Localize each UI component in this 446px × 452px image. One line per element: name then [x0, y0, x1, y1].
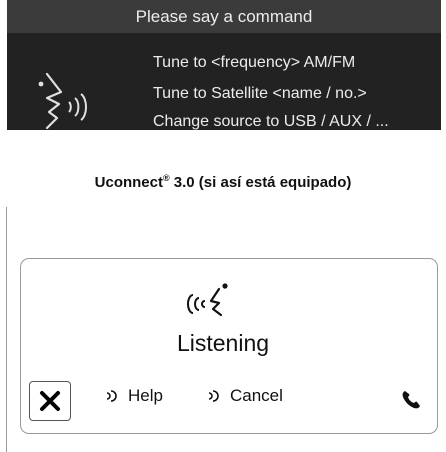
model-caption: Uconnect® 3.0 (si así está equipado): [0, 173, 446, 191]
cancel-button[interactable]: Cancel: [206, 386, 283, 406]
cancel-label: Cancel: [230, 386, 283, 405]
command-prompt-title: Please say a command: [7, 0, 441, 33]
voice-icon: [106, 390, 117, 402]
caption-suffix: 3.0 (si así está equipado): [169, 174, 352, 191]
phone-icon[interactable]: [400, 389, 422, 411]
command-item-satellite: Tune to Satellite <name / no.>: [153, 85, 367, 102]
caption-registered-mark: ®: [162, 173, 170, 183]
voice-command-screen: Please say a command Tune to <frequency>…: [7, 0, 441, 130]
voice-speaker-icon: [38, 72, 87, 130]
help-button[interactable]: Help: [104, 386, 163, 406]
close-icon: [40, 391, 60, 411]
command-item-source: Change source to USB / AUX / ...: [153, 113, 389, 130]
voice-icon: [208, 390, 219, 402]
caption-brand: Uconnect: [94, 174, 163, 191]
command-item-frequency: Tune to <frequency> AM/FM: [153, 54, 356, 71]
listening-status: Listening: [176, 330, 270, 356]
listening-face-icon: [187, 283, 228, 317]
close-button[interactable]: [29, 381, 71, 421]
help-label: Help: [128, 386, 163, 405]
